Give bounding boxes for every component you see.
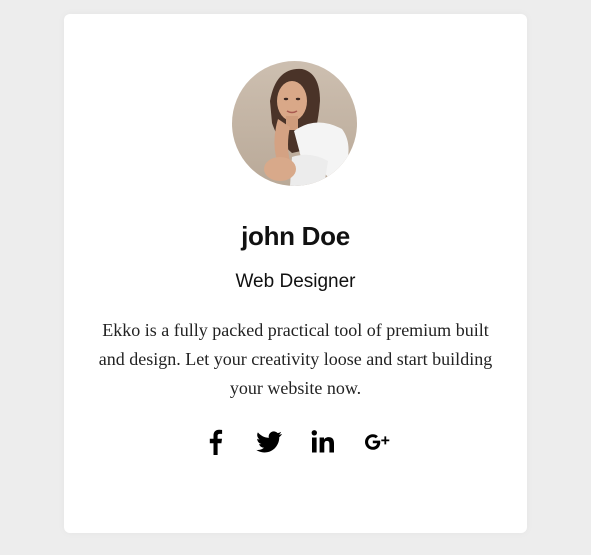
profile-name: john Doe <box>241 221 350 251</box>
facebook-icon <box>202 428 230 456</box>
profile-card: john Doe Web Designer Ekko is a fully pa… <box>64 14 527 533</box>
facebook-link[interactable] <box>202 428 230 456</box>
profile-role: Web Designer <box>235 271 356 292</box>
linkedin-link[interactable] <box>309 428 337 456</box>
profile-bio: Ekko is a fully packed practical tool of… <box>98 320 493 398</box>
twitter-link[interactable] <box>255 428 283 456</box>
google-plus-link[interactable] <box>363 428 391 456</box>
avatar <box>232 61 357 186</box>
google-plus-icon <box>363 428 391 456</box>
social-links <box>64 428 527 458</box>
twitter-icon <box>255 428 283 456</box>
linkedin-icon <box>309 428 337 456</box>
